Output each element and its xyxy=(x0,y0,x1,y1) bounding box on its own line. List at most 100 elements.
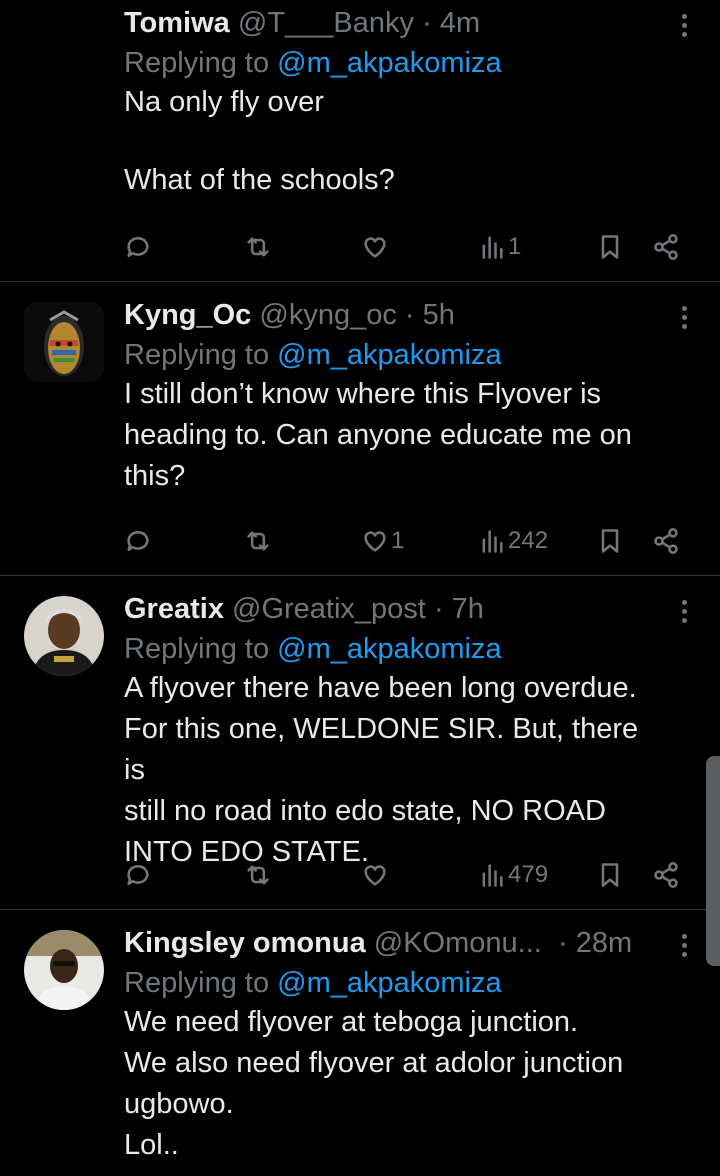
user-handle[interactable]: @T___Banky xyxy=(238,7,414,39)
tweet-text: I still don’t know where this Flyover is… xyxy=(124,374,664,497)
share-button[interactable] xyxy=(652,858,680,892)
reply-button[interactable] xyxy=(124,230,152,264)
separator: · xyxy=(557,927,568,959)
tweet-line: We also need flyover at adolor junction xyxy=(124,1047,624,1079)
heart-icon xyxy=(364,237,386,258)
views-button[interactable]: 479 xyxy=(478,858,548,892)
replying-prefix: Replying to xyxy=(124,339,270,371)
reply-icon xyxy=(127,864,149,886)
replying-to: Replying to @m_akpakomiza xyxy=(124,338,664,372)
action-bar: 1 xyxy=(124,230,684,264)
replying-prefix: Replying to xyxy=(124,47,270,79)
replying-prefix: Replying to xyxy=(124,967,270,999)
retweet-button[interactable] xyxy=(244,230,274,264)
reply-icon xyxy=(127,236,149,258)
tweet-header: Kyng_Oc @kyng_oc · 5h xyxy=(124,298,664,332)
mention-link[interactable]: @m_akpakomiza xyxy=(277,967,501,999)
tweet-text: A flyover there have been long overdue. … xyxy=(124,668,664,873)
like-button[interactable] xyxy=(361,230,391,264)
display-name[interactable]: Tomiwa xyxy=(124,7,230,39)
mention-link[interactable]: @m_akpakomiza xyxy=(277,633,501,665)
views-button[interactable]: 1 xyxy=(478,230,521,264)
tweet-line: this? xyxy=(124,460,186,492)
tweet-3[interactable]: Greatix @Greatix_post · 7h Replying to @… xyxy=(0,576,720,910)
tweet-line: Lol.. xyxy=(124,1129,179,1161)
user-handle[interactable]: @Greatix_post xyxy=(232,593,426,625)
tweet-content: Kingsley omonua @KOmonu... · 28m Replyin… xyxy=(124,926,664,1166)
view-count: 479 xyxy=(508,861,549,888)
share-icon xyxy=(654,862,678,888)
replying-to: Replying to @m_akpakomiza xyxy=(124,966,664,1000)
tweet-line: What of the schools? xyxy=(124,164,395,196)
tweet-line: I still don’t know where this Flyover is xyxy=(124,378,602,410)
tweet-header: Kingsley omonua @KOmonu... · 28m xyxy=(124,926,664,960)
tweet-text: We need flyover at teboga junction. We a… xyxy=(124,1002,664,1166)
tweet-header: Tomiwa @T___Banky · 4m xyxy=(124,6,664,40)
bookmark-button[interactable] xyxy=(596,524,624,558)
more-options-icon[interactable] xyxy=(678,306,690,333)
bookmark-icon xyxy=(601,235,619,259)
tweet-content: Greatix @Greatix_post · 7h Replying to @… xyxy=(124,592,664,873)
tweet-line: ugbowo. xyxy=(124,1088,234,1120)
separator: · xyxy=(404,299,415,331)
reply-button[interactable] xyxy=(124,858,152,892)
views-button[interactable]: 242 xyxy=(478,524,548,558)
retweet-button[interactable] xyxy=(244,524,274,558)
bookmark-button[interactable] xyxy=(596,230,624,264)
share-button[interactable] xyxy=(652,230,680,264)
heart-icon xyxy=(364,531,386,552)
timestamp[interactable]: 4m xyxy=(440,7,480,39)
tweet-line xyxy=(124,123,664,160)
avatar[interactable] xyxy=(24,302,104,382)
timestamp[interactable]: 28m xyxy=(576,927,632,959)
replying-to: Replying to @m_akpakomiza xyxy=(124,46,664,80)
user-handle[interactable]: @kyng_oc xyxy=(259,299,396,331)
bookmark-button[interactable] xyxy=(596,858,624,892)
replying-to: Replying to @m_akpakomiza xyxy=(124,632,664,666)
timestamp[interactable]: 5h xyxy=(423,299,455,331)
avatar[interactable] xyxy=(24,930,104,1010)
mention-link[interactable]: @m_akpakomiza xyxy=(277,339,501,371)
mention-link[interactable]: @m_akpakomiza xyxy=(277,47,501,79)
retweet-button[interactable] xyxy=(244,858,274,892)
scrollbar[interactable] xyxy=(706,756,720,966)
reply-button[interactable] xyxy=(124,524,152,558)
more-options-icon[interactable] xyxy=(678,14,690,41)
timestamp[interactable]: 7h xyxy=(452,593,484,625)
tweet-1[interactable]: Tomiwa @T___Banky · 4m Replying to @m_ak… xyxy=(0,0,720,282)
replying-prefix: Replying to xyxy=(124,633,270,665)
like-button[interactable] xyxy=(361,858,391,892)
mask-avatar-image xyxy=(24,302,104,382)
heart-icon xyxy=(364,865,386,886)
more-options-icon[interactable] xyxy=(678,600,690,627)
tweet-text: Na only fly over What of the schools? xyxy=(124,82,664,201)
action-bar: 1 242 xyxy=(124,524,684,558)
tweet-4[interactable]: Kingsley omonua @KOmonu... · 28m Replyin… xyxy=(0,910,720,1176)
profile-photo xyxy=(24,596,104,676)
display-name[interactable]: Kyng_Oc xyxy=(124,299,251,331)
tweet-2[interactable]: Kyng_Oc @kyng_oc · 5h Replying to @m_akp… xyxy=(0,282,720,576)
display-name[interactable]: Kingsley omonua xyxy=(124,927,366,959)
like-button[interactable]: 1 xyxy=(361,524,404,558)
user-handle[interactable]: @KOmonu... xyxy=(374,927,542,959)
retweet-icon xyxy=(247,237,269,257)
tweet-header: Greatix @Greatix_post · 7h xyxy=(124,592,664,626)
action-bar: 479 xyxy=(124,858,684,892)
view-count: 242 xyxy=(508,527,549,554)
views-icon xyxy=(482,864,503,887)
like-count: 1 xyxy=(391,527,405,554)
tweet-line: A flyover there have been long overdue. xyxy=(124,672,637,704)
more-options-icon[interactable] xyxy=(678,934,690,961)
separator: · xyxy=(422,7,432,39)
tweet-line: For this one, WELDONE SIR. But, there is xyxy=(124,713,639,786)
reply-icon xyxy=(127,530,149,552)
avatar[interactable] xyxy=(24,596,104,676)
tweet-line: We need flyover at teboga junction. xyxy=(124,1006,579,1038)
retweet-icon xyxy=(247,865,269,885)
share-button[interactable] xyxy=(652,524,680,558)
retweet-icon xyxy=(247,531,269,551)
views-icon xyxy=(482,236,503,259)
profile-photo xyxy=(24,930,104,1010)
display-name[interactable]: Greatix xyxy=(124,593,224,625)
tweet-line: heading to. Can anyone educate me on xyxy=(124,419,632,451)
